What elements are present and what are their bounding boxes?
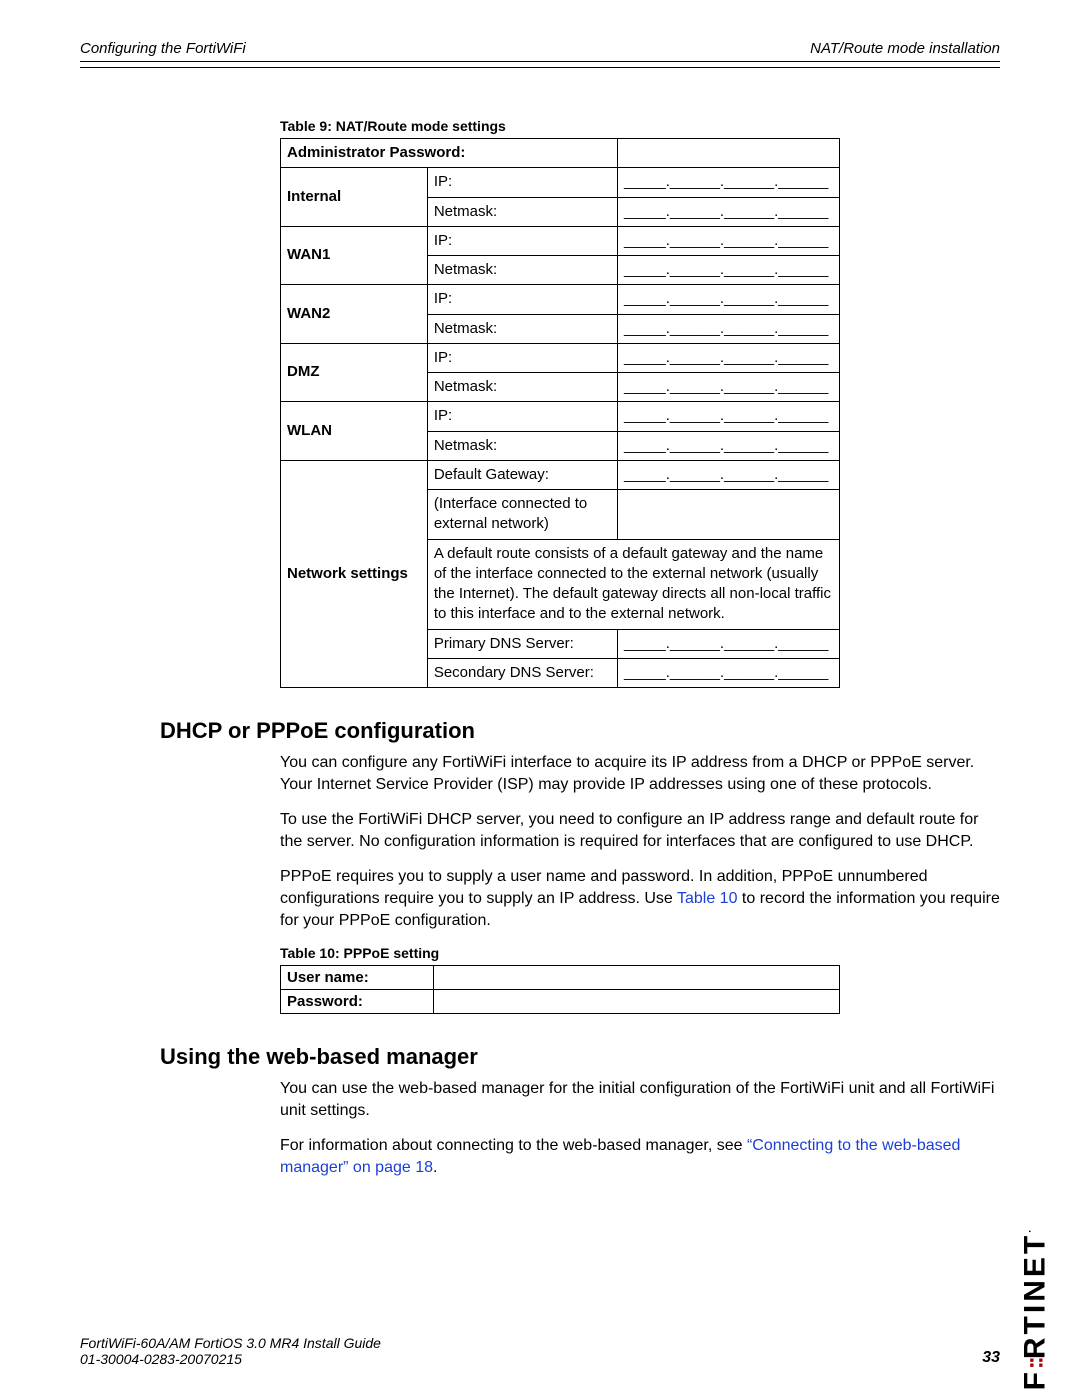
header-rule: [80, 61, 1000, 68]
primary-dns-label: Primary DNS Server:: [427, 629, 617, 658]
dhcp-p2: To use the FortiWiFi DHCP server, you ne…: [280, 809, 1000, 852]
admin-password-label: Administrator Password:: [281, 139, 618, 168]
table9: Administrator Password: Internal IP: ___…: [280, 138, 840, 688]
iface-dmz-label: DMZ: [281, 343, 428, 402]
iface-note: (Interface connected to external network…: [427, 490, 617, 540]
dhcp-p3: PPPoE requires you to supply a user name…: [280, 866, 1000, 931]
default-gateway-label: Default Gateway:: [427, 460, 617, 489]
default-gateway-value: _____.______.______.______: [617, 460, 839, 489]
footer-line2: 01-30004-0283-20070215: [80, 1351, 381, 1367]
fortinet-logo: F::RTINET.: [1018, 1227, 1052, 1390]
section-dhcp-pppoe-title: DHCP or PPPoE configuration: [160, 718, 1000, 744]
internal-netmask-label: Netmask:: [427, 197, 617, 226]
dmz-netmask-value: _____.______.______.______: [617, 373, 839, 402]
logo-dots: ::: [1021, 1359, 1048, 1369]
admin-password-value: [617, 139, 839, 168]
iface-wlan-label: WLAN: [281, 402, 428, 461]
secondary-dns-value: _____.______.______.______: [617, 658, 839, 687]
table10-xref-link[interactable]: Table 10: [677, 890, 738, 907]
iface-note-value: [617, 490, 839, 540]
footer-left: FortiWiFi-60A/AM FortiOS 3.0 MR4 Install…: [80, 1335, 381, 1367]
logo-f: F: [1018, 1369, 1051, 1390]
dmz-ip-label: IP:: [427, 343, 617, 372]
web-p2b: .: [433, 1159, 437, 1176]
wan1-ip-label: IP:: [427, 226, 617, 255]
pppoe-password-label: Password:: [281, 990, 434, 1014]
wan1-netmask-value: _____.______.______.______: [617, 256, 839, 285]
iface-wan2-label: WAN2: [281, 285, 428, 344]
wan2-netmask-label: Netmask:: [427, 314, 617, 343]
header-right: NAT/Route mode installation: [810, 40, 1000, 57]
running-header: Configuring the FortiWiFi NAT/Route mode…: [80, 40, 1000, 57]
dhcp-p1: You can configure any FortiWiFi interfac…: [280, 752, 1000, 795]
dmz-ip-value: _____.______.______.______: [617, 343, 839, 372]
wlan-netmask-value: _____.______.______.______: [617, 431, 839, 460]
section-web-manager-title: Using the web-based manager: [160, 1044, 1000, 1070]
route-note: A default route consists of a default ga…: [427, 539, 839, 629]
wlan-ip-value: _____.______.______.______: [617, 402, 839, 431]
wlan-netmask-label: Netmask:: [427, 431, 617, 460]
pppoe-username-value: [434, 966, 840, 990]
pppoe-password-value: [434, 990, 840, 1014]
primary-dns-value: _____.______.______.______: [617, 629, 839, 658]
iface-internal-label: Internal: [281, 168, 428, 227]
secondary-dns-label: Secondary DNS Server:: [427, 658, 617, 687]
wan2-netmask-value: _____.______.______.______: [617, 314, 839, 343]
wan1-ip-value: _____.______.______.______: [617, 226, 839, 255]
document-page: Configuring the FortiWiFi NAT/Route mode…: [0, 0, 1080, 1397]
footer-line1: FortiWiFi-60A/AM FortiOS 3.0 MR4 Install…: [80, 1335, 381, 1351]
page-footer: FortiWiFi-60A/AM FortiOS 3.0 MR4 Install…: [80, 1335, 1000, 1367]
iface-wan1-label: WAN1: [281, 226, 428, 285]
pppoe-username-label: User name:: [281, 966, 434, 990]
logo-rest: RTINET: [1018, 1233, 1051, 1359]
wan1-netmask-label: Netmask:: [427, 256, 617, 285]
header-left: Configuring the FortiWiFi: [80, 40, 246, 57]
internal-netmask-value: _____.______.______.______: [617, 197, 839, 226]
network-settings-label: Network settings: [281, 460, 428, 687]
table9-caption: Table 9: NAT/Route mode settings: [280, 118, 1000, 134]
dmz-netmask-label: Netmask:: [427, 373, 617, 402]
page-number: 33: [982, 1349, 1000, 1367]
wan2-ip-value: _____.______.______.______: [617, 285, 839, 314]
wan2-ip-label: IP:: [427, 285, 617, 314]
web-p1: You can use the web-based manager for th…: [280, 1078, 1000, 1121]
wlan-ip-label: IP:: [427, 402, 617, 431]
table10-caption: Table 10: PPPoE setting: [280, 945, 1000, 961]
web-p2: For information about connecting to the …: [280, 1135, 1000, 1178]
web-p2a: For information about connecting to the …: [280, 1137, 747, 1154]
internal-ip-label: IP:: [427, 168, 617, 197]
table10: User name: Password:: [280, 965, 840, 1014]
internal-ip-value: _____.______.______.______: [617, 168, 839, 197]
